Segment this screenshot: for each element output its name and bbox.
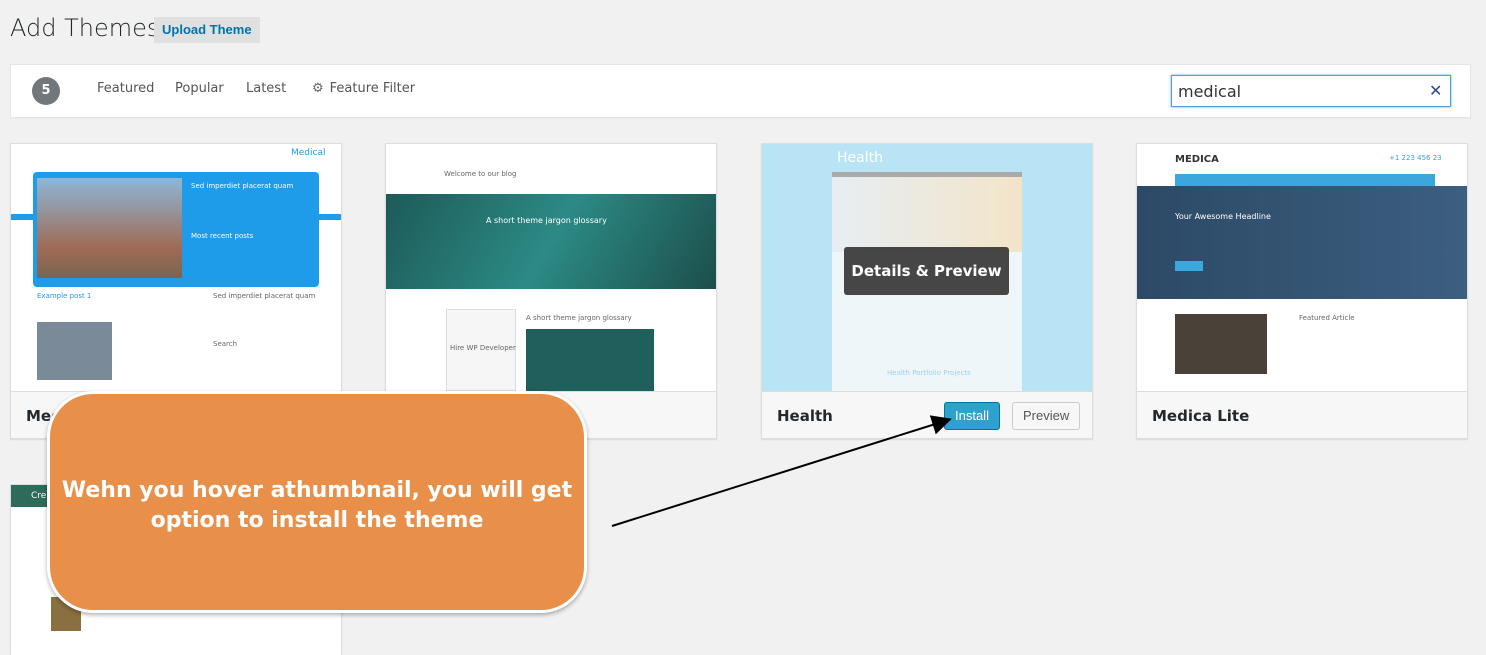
- search-input[interactable]: [1171, 75, 1451, 107]
- theme-card-health[interactable]: Health Health Portfolio Projects Details…: [761, 143, 1093, 439]
- tab-latest[interactable]: Latest: [246, 81, 286, 96]
- theme-screenshot: MEDICA +1 223 456 23 Your Awesome Headli…: [1137, 144, 1467, 391]
- gear-icon: ⚙: [312, 81, 324, 96]
- theme-screenshot: Medical Sed imperdiet placerat quam Most…: [11, 144, 341, 391]
- theme-name: Medica Lite: [1152, 407, 1250, 425]
- theme-card[interactable]: MEDICA +1 223 456 23 Your Awesome Headli…: [1136, 143, 1468, 439]
- preview-button[interactable]: Preview: [1012, 402, 1081, 430]
- page-title: Add Themes: [10, 14, 160, 42]
- theme-screenshot[interactable]: Health Health Portfolio Projects Details…: [762, 144, 1092, 391]
- details-preview-overlay[interactable]: Details & Preview: [844, 247, 1009, 295]
- tab-featured[interactable]: Featured: [97, 81, 154, 96]
- theme-name: Health: [777, 407, 833, 425]
- upload-theme-button[interactable]: Upload Theme: [154, 17, 260, 43]
- annotation-callout: Wehn you hover athumbnail, you will get …: [47, 391, 587, 613]
- theme-count: 5: [32, 77, 60, 105]
- tab-popular[interactable]: Popular: [175, 81, 224, 96]
- close-icon[interactable]: ✕: [1429, 81, 1442, 100]
- feature-filter-button[interactable]: ⚙ Feature Filter: [312, 81, 415, 96]
- filter-bar: 5 Featured Popular Latest ⚙ Feature Filte…: [10, 64, 1471, 118]
- theme-screenshot: Welcome to our blog A short theme jargon…: [386, 144, 716, 391]
- install-button[interactable]: Install: [944, 402, 1000, 430]
